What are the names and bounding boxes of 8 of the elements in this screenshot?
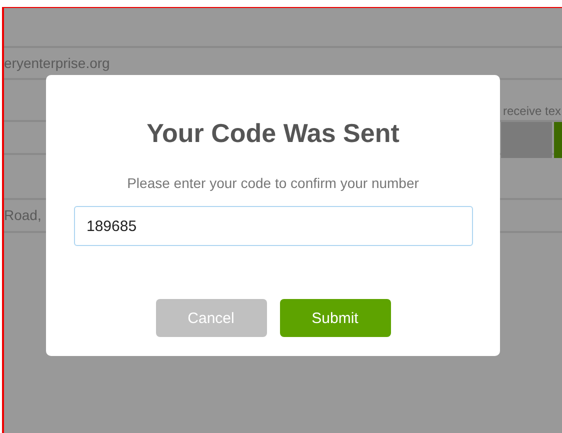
dialog-message: Please enter your code to confirm your number [127, 175, 419, 191]
email-text: eryenterprise.org [4, 55, 110, 73]
code-input-field[interactable]: 189685 [74, 206, 472, 246]
dialog-title: Your Code Was Sent [146, 118, 400, 149]
address-text: Road, [4, 207, 42, 225]
submit-button[interactable]: Submit [280, 299, 390, 337]
cancel-button[interactable]: Cancel [156, 299, 266, 337]
notice-text: receive tex [502, 104, 561, 120]
